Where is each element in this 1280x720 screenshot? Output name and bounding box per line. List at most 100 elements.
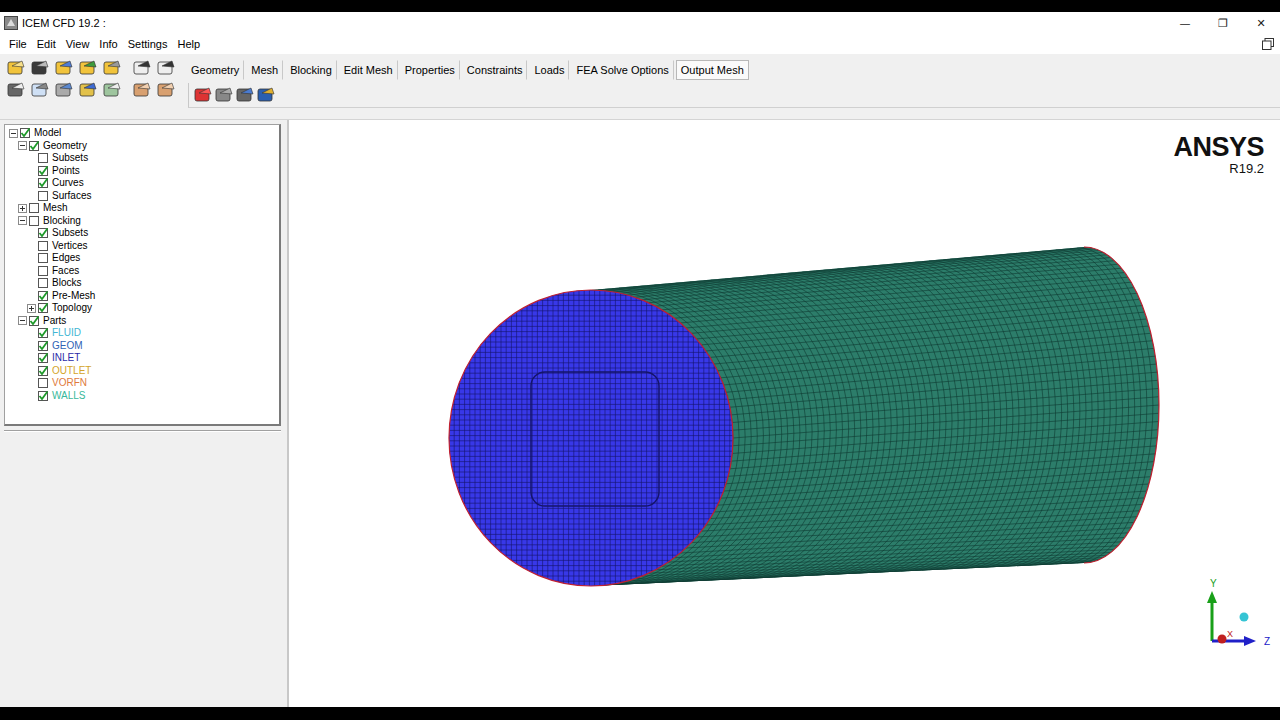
redo-icon[interactable]: [156, 58, 176, 78]
checkbox-icon[interactable]: [38, 366, 48, 376]
checkbox-icon[interactable]: [38, 178, 48, 188]
checkbox-icon[interactable]: [38, 228, 48, 238]
tree-item[interactable]: FLUID: [9, 327, 279, 340]
menu-item[interactable]: Info: [94, 36, 122, 52]
tree-item[interactable]: Geometry: [9, 140, 279, 153]
solid-icon[interactable]: [156, 80, 176, 100]
undo-icon[interactable]: [132, 58, 152, 78]
tree-label: Model: [34, 127, 61, 139]
tab[interactable]: FEA Solve Options: [571, 60, 673, 80]
tree-item[interactable]: Faces: [9, 265, 279, 278]
checkbox-icon[interactable]: [38, 191, 48, 201]
expand-toggle-icon[interactable]: [27, 304, 36, 313]
tree-item[interactable]: Subsets: [9, 227, 279, 240]
tree-item[interactable]: INLET: [9, 352, 279, 365]
checkbox-icon[interactable]: [38, 266, 48, 276]
expand-toggle-icon[interactable]: [18, 316, 27, 325]
checkbox-icon[interactable]: [20, 128, 30, 138]
tree-label: Curves: [52, 177, 84, 189]
tab[interactable]: Mesh: [246, 60, 283, 80]
tree-item[interactable]: Model: [9, 127, 279, 140]
checkbox-icon[interactable]: [38, 341, 48, 351]
checkbox-icon[interactable]: [38, 278, 48, 288]
menu-item[interactable]: File: [4, 36, 32, 52]
checkbox-icon[interactable]: [38, 291, 48, 301]
checkbox-icon[interactable]: [38, 391, 48, 401]
zoom-icon[interactable]: [30, 80, 50, 100]
tree-item[interactable]: WALLS: [9, 390, 279, 403]
tab[interactable]: Blocking: [285, 60, 337, 80]
window-control-button[interactable]: ❐: [1204, 12, 1242, 34]
options-icon[interactable]: [102, 80, 122, 100]
tree-item[interactable]: Parts: [9, 315, 279, 328]
solver-icon[interactable]: [214, 85, 234, 105]
file-tools: [6, 58, 124, 100]
window-control-button[interactable]: ✕: [1242, 12, 1280, 34]
menu-item[interactable]: Help: [172, 36, 205, 52]
tree-item[interactable]: Subsets: [9, 152, 279, 165]
checkbox-icon[interactable]: [29, 316, 39, 326]
output-mesh-tools: [188, 83, 1280, 108]
checkbox-icon[interactable]: [38, 303, 48, 313]
tree-label: Subsets: [52, 152, 88, 164]
tree-label: FLUID: [52, 327, 81, 339]
measure-icon[interactable]: [78, 80, 98, 100]
open-icon[interactable]: [6, 58, 26, 78]
tree-item[interactable]: VORFN: [9, 377, 279, 390]
expand-toggle-icon[interactable]: [18, 204, 27, 213]
save-as-icon[interactable]: [54, 58, 74, 78]
tree-item[interactable]: Pre-Mesh: [9, 290, 279, 303]
tree-label: Subsets: [52, 227, 88, 239]
graphics-viewport[interactable]: ANSYSR19.2YXZ: [289, 120, 1280, 707]
checkbox-icon[interactable]: [29, 216, 39, 226]
fit-icon[interactable]: [6, 80, 26, 100]
menu-item[interactable]: View: [61, 36, 95, 52]
checkbox-icon[interactable]: [38, 353, 48, 363]
tab[interactable]: Edit Mesh: [339, 60, 398, 80]
tree-item[interactable]: Curves: [9, 177, 279, 190]
checkbox-icon[interactable]: [38, 378, 48, 388]
tree-item[interactable]: GEOM: [9, 340, 279, 353]
tree-item[interactable]: Vertices: [9, 240, 279, 253]
version-text: R19.2: [1229, 162, 1264, 176]
tree-item[interactable]: OUTLET: [9, 365, 279, 378]
checkbox-icon[interactable]: [38, 166, 48, 176]
expand-toggle-icon[interactable]: [9, 129, 18, 138]
tree-label: Points: [52, 165, 80, 177]
tree-item[interactable]: Edges: [9, 252, 279, 265]
zoom-box-icon[interactable]: [54, 80, 74, 100]
expand-toggle-icon[interactable]: [18, 141, 27, 150]
write-input-icon[interactable]: [235, 85, 255, 105]
menu-item[interactable]: Edit: [32, 36, 61, 52]
expand-toggle-icon[interactable]: [18, 216, 27, 225]
tab[interactable]: Loads: [529, 60, 569, 80]
restore-panel-icon[interactable]: [1262, 38, 1274, 50]
tree-item[interactable]: Points: [9, 165, 279, 178]
panel-divider: [4, 430, 281, 432]
tab[interactable]: Geometry: [186, 60, 244, 80]
tree-label: INLET: [52, 352, 80, 364]
menu-item[interactable]: Settings: [123, 36, 173, 52]
checkbox-icon[interactable]: [29, 203, 39, 213]
shade-icon[interactable]: [132, 80, 152, 100]
checkbox-icon[interactable]: [38, 241, 48, 251]
tree-item[interactable]: Blocking: [9, 215, 279, 228]
mesh-save-icon[interactable]: [102, 58, 122, 78]
tab[interactable]: Constraints: [462, 60, 528, 80]
ansys-run-icon[interactable]: [256, 85, 276, 105]
checkbox-icon[interactable]: [29, 141, 39, 151]
tab[interactable]: Properties: [400, 60, 460, 80]
tree-item[interactable]: Surfaces: [9, 190, 279, 203]
checkbox-icon[interactable]: [38, 153, 48, 163]
tree-item[interactable]: Mesh: [9, 202, 279, 215]
tab-area: GeometryMeshBlockingEdit MeshPropertiesC…: [186, 58, 1280, 108]
output-icon[interactable]: [193, 85, 213, 105]
checkbox-icon[interactable]: [38, 328, 48, 338]
window-control-button[interactable]: —: [1166, 12, 1204, 34]
checkbox-icon[interactable]: [38, 253, 48, 263]
tree-item[interactable]: Topology: [9, 302, 279, 315]
save-icon[interactable]: [30, 58, 50, 78]
tree-item[interactable]: Blocks: [9, 277, 279, 290]
geometry-save-icon[interactable]: [78, 58, 98, 78]
tab[interactable]: Output Mesh: [676, 60, 749, 80]
